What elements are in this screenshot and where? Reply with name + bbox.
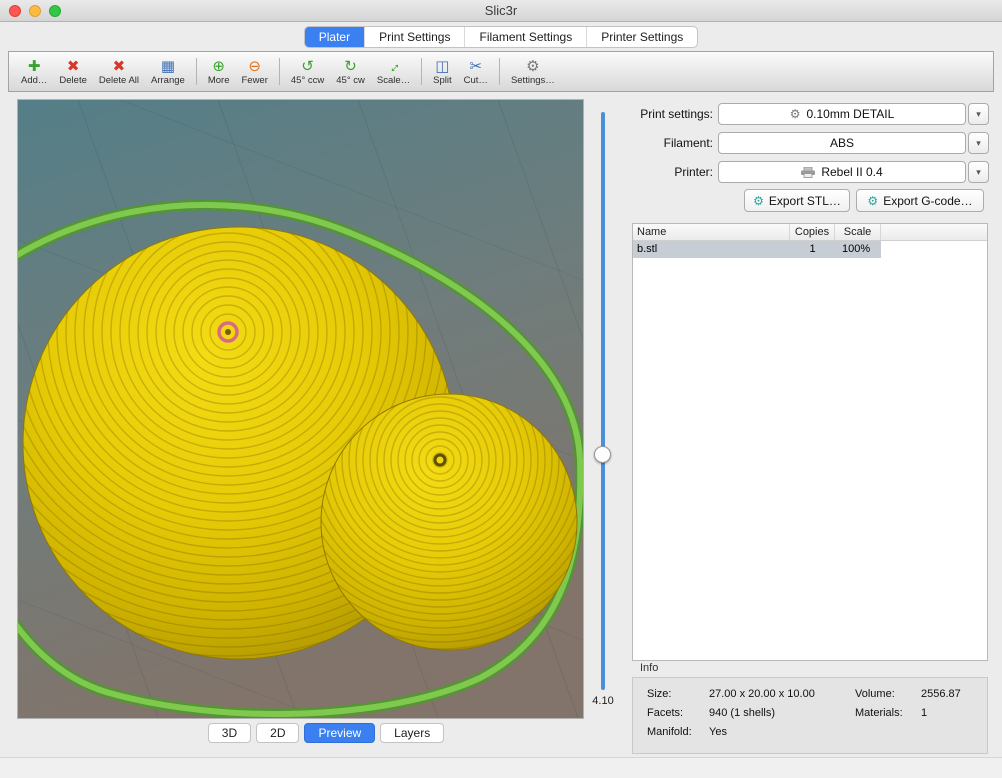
info-panel-title: Info	[640, 662, 658, 674]
tab-bar: Plater Print Settings Filament Settings …	[0, 23, 1002, 50]
info-panel: Size: 27.00 x 20.00 x 10.00 Volume: 2556…	[632, 677, 988, 754]
manifold-label: Manifold:	[647, 723, 709, 742]
tab-plater[interactable]: Plater	[305, 27, 365, 47]
print-settings-dropdown-button[interactable]: ▾	[968, 103, 989, 125]
filament-dropdown-button[interactable]: ▾	[968, 132, 989, 154]
manifold-value: Yes	[709, 723, 855, 742]
more-button[interactable]: ⊕ More	[202, 54, 236, 89]
filament-select[interactable]: ABS	[718, 132, 966, 154]
viewport-3d-canvas[interactable]	[18, 100, 583, 718]
table-header: Name Copies Scale	[633, 224, 987, 241]
object-list-table[interactable]: Name Copies Scale b.stl 1 100%	[632, 223, 988, 661]
column-header-scale[interactable]: Scale	[835, 224, 881, 240]
size-label: Size:	[647, 685, 709, 704]
traffic-lights	[9, 5, 61, 17]
printer-dropdown-button[interactable]: ▾	[968, 161, 989, 183]
settings-button[interactable]: ⚙ Settings…	[505, 54, 561, 89]
column-header-name[interactable]: Name	[633, 224, 790, 240]
column-header-filler	[881, 224, 987, 240]
zoom-button[interactable]	[49, 5, 61, 17]
arrange-button[interactable]: ▦ Arrange	[145, 54, 191, 89]
cut-icon: ✂	[470, 58, 483, 75]
arrange-icon: ▦	[161, 58, 175, 75]
export-stl-icon: ⚙	[753, 195, 764, 207]
facets-value: 940 (1 shells)	[709, 704, 855, 723]
delete-all-button[interactable]: ✖ Delete All	[93, 54, 145, 89]
fewer-icon: ⊖	[248, 58, 261, 75]
rotate-cw-icon: ↻	[344, 58, 357, 75]
volume-value: 2556.87	[921, 685, 973, 704]
print-settings-label: Print settings:	[615, 103, 713, 125]
chevron-down-icon: ▾	[976, 138, 981, 149]
delete-icon: ✖	[67, 58, 80, 75]
materials-value: 1	[921, 704, 973, 723]
delete-button[interactable]: ✖ Delete	[53, 54, 92, 89]
printer-value: Rebel II 0.4	[821, 165, 882, 179]
add-icon: ✚	[28, 58, 41, 75]
view-preview-button[interactable]: Preview	[304, 723, 375, 743]
view-mode-buttons: 3D 2D Preview Layers	[18, 723, 634, 743]
cut-button[interactable]: ✂ Cut…	[458, 54, 494, 89]
cell-name: b.stl	[633, 241, 790, 258]
cell-scale: 100%	[835, 241, 881, 258]
view-layers-button[interactable]: Layers	[380, 723, 444, 743]
view-2d-button[interactable]: 2D	[256, 723, 299, 743]
toolbar-separator	[279, 58, 280, 85]
toolbar-separator	[196, 58, 197, 85]
filament-value: ABS	[830, 136, 854, 150]
rotate-cw-button[interactable]: ↻ 45° cw	[330, 54, 371, 89]
chevron-down-icon: ▾	[976, 109, 981, 120]
column-header-copies[interactable]: Copies	[790, 224, 835, 240]
split-button[interactable]: ◫ Split	[427, 54, 457, 89]
tab-group: Plater Print Settings Filament Settings …	[304, 26, 699, 48]
add-button[interactable]: ✚ Add…	[15, 54, 53, 89]
printer-label: Printer:	[615, 161, 713, 183]
printer-select[interactable]: Rebel II 0.4	[718, 161, 966, 183]
print-settings-select[interactable]: ⚙ 0.10mm DETAIL	[718, 103, 966, 125]
rotate-ccw-icon: ↺	[301, 58, 314, 75]
tab-print-settings[interactable]: Print Settings	[365, 27, 465, 47]
toolbar-separator	[499, 58, 500, 85]
preset-gear-icon: ⚙	[790, 108, 801, 120]
size-value: 27.00 x 20.00 x 10.00	[709, 685, 855, 704]
tab-filament-settings[interactable]: Filament Settings	[465, 27, 587, 47]
export-stl-button[interactable]: ⚙ Export STL…	[744, 189, 850, 212]
materials-label: Materials:	[855, 704, 921, 723]
rotate-ccw-button[interactable]: ↺ 45° ccw	[285, 54, 330, 89]
window-title: Slic3r	[0, 0, 1002, 22]
dome-large-top-dot	[225, 329, 231, 335]
table-row[interactable]: b.stl 1 100%	[633, 241, 987, 258]
split-icon: ◫	[435, 58, 449, 75]
scale-button[interactable]: ↔ Scale…	[371, 54, 416, 89]
chevron-down-icon: ▾	[976, 167, 981, 178]
export-gcode-button[interactable]: ⚙ Export G-code…	[856, 189, 984, 212]
settings-gear-icon: ⚙	[526, 58, 539, 75]
toolbar: ✚ Add… ✖ Delete ✖ Delete All ▦ Arrange ⊕…	[8, 51, 994, 92]
export-gcode-icon: ⚙	[867, 195, 878, 207]
printer-icon	[801, 167, 815, 178]
facets-label: Facets:	[647, 704, 709, 723]
cell-copies: 1	[790, 241, 835, 258]
close-button[interactable]	[9, 5, 21, 17]
layer-slider-thumb[interactable]	[594, 446, 611, 463]
print-settings-value: 0.10mm DETAIL	[806, 107, 894, 121]
layer-slider-value: 4.10	[586, 695, 620, 707]
filament-label: Filament:	[615, 132, 713, 154]
fewer-button[interactable]: ⊖ Fewer	[235, 54, 273, 89]
delete-all-icon: ✖	[113, 58, 126, 75]
toolbar-separator	[421, 58, 422, 85]
volume-label: Volume:	[855, 685, 921, 704]
tab-printer-settings[interactable]: Printer Settings	[587, 27, 697, 47]
minimize-button[interactable]	[29, 5, 41, 17]
title-bar: Slic3r	[0, 0, 1002, 22]
layer-slider-track[interactable]	[601, 112, 605, 690]
view-3d-button[interactable]: 3D	[208, 723, 251, 743]
window-footer	[0, 757, 1002, 778]
more-icon: ⊕	[212, 58, 225, 75]
app-window: Slic3r Plater Print Settings Filament Se…	[0, 0, 1002, 778]
